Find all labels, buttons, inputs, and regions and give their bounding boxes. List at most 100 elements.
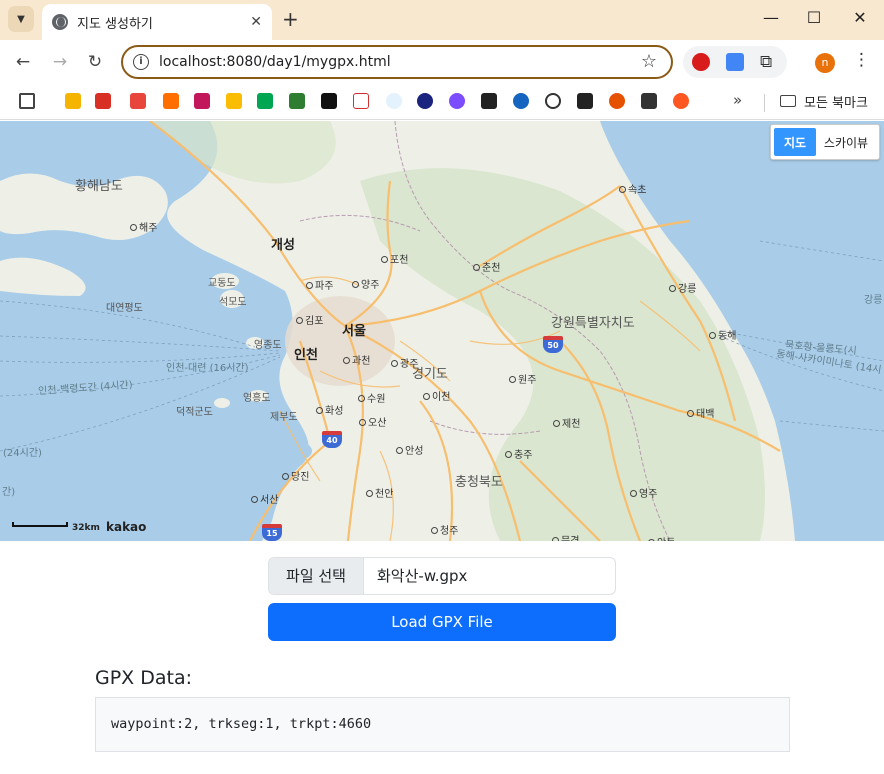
map-label: 대연평도	[106, 303, 143, 314]
map-view[interactable]: 지도 스카이뷰 황해남도 해주 개성 교동도 석모도 대연평도 파주 포천 춘천…	[0, 121, 884, 541]
bookmarks-overflow-button[interactable]: »	[733, 91, 742, 109]
bookmark-icon-12[interactable]	[417, 93, 433, 109]
map-attribution-logo[interactable]: kakao	[106, 520, 146, 534]
bookmarks-bar: » 모든 북마크	[0, 86, 884, 120]
gpx-data-heading: GPX Data:	[95, 667, 193, 689]
route-shield: 15	[262, 524, 282, 541]
map-label: 서산	[251, 491, 278, 506]
gpx-summary-text: waypoint:2, trkseg:1, trkpt:4660	[111, 716, 372, 732]
gpx-data-output: waypoint:2, trkseg:1, trkpt:4660	[95, 697, 790, 752]
bookmarks-divider	[764, 94, 765, 112]
map-label: 당진	[282, 468, 309, 483]
bookmark-icon-14[interactable]	[481, 93, 497, 109]
folder-icon[interactable]	[780, 95, 796, 107]
forward-button[interactable]: →	[49, 52, 71, 72]
tab-search-button[interactable]: ▼	[8, 6, 34, 32]
bookmark-icon-5[interactable]	[194, 93, 210, 109]
bookmark-icon-6[interactable]	[226, 93, 242, 109]
map-label: 포천	[381, 251, 408, 266]
map-type-roadmap-button[interactable]: 지도	[774, 128, 816, 156]
bookmark-icon-18[interactable]	[609, 93, 625, 109]
bookmark-icon-16[interactable]	[545, 93, 561, 109]
bookmark-icon-7[interactable]	[257, 93, 273, 109]
map-label: (24시간)	[3, 448, 42, 459]
bookmark-icon-13[interactable]	[449, 93, 465, 109]
tab-title: 지도 생성하기	[77, 16, 153, 32]
maximize-button[interactable]: ☐	[799, 8, 829, 27]
map-type-control: 지도 스카이뷰	[770, 124, 880, 160]
bookmark-icon-2[interactable]	[95, 93, 111, 109]
bookmark-icon-9[interactable]	[321, 93, 337, 109]
map-label: 충청북도	[455, 475, 503, 490]
tab-close-icon[interactable]: ✕	[250, 14, 262, 30]
browser-toolbar: ← → ↻ i localhost:8080/day1/mygpx.html ☆…	[0, 40, 884, 86]
address-bar[interactable]: i localhost:8080/day1/mygpx.html ☆	[121, 45, 673, 79]
title-bar: ▼ 지도 생성하기 ✕ + — ☐ ✕	[0, 0, 884, 40]
map-label: 간)	[2, 487, 16, 498]
bookmark-icon-11[interactable]	[386, 93, 402, 109]
more-menu-icon[interactable]: ⋮	[853, 50, 870, 70]
map-label: 태백	[687, 405, 714, 420]
map-canvas	[0, 121, 884, 541]
apps-grid-icon[interactable]	[19, 93, 35, 109]
bookmark-icon-4[interactable]	[163, 93, 179, 109]
bookmark-icon-1[interactable]	[65, 93, 81, 109]
site-info-icon[interactable]: i	[133, 54, 149, 70]
translate-extension-icon[interactable]	[726, 53, 744, 71]
map-label: 이천	[423, 388, 450, 403]
map-label: 덕적군도	[176, 407, 213, 418]
bookmark-icon-10[interactable]	[353, 93, 369, 109]
map-type-skyview-button[interactable]: 스카이뷰	[816, 128, 876, 156]
map-label: 동해	[709, 327, 736, 342]
bookmark-icon-17[interactable]	[577, 93, 593, 109]
globe-icon	[52, 14, 68, 30]
map-label: 청주	[431, 522, 458, 537]
bookmark-icon-8[interactable]	[289, 93, 305, 109]
close-window-button[interactable]: ✕	[845, 8, 875, 27]
adblock-extension-icon[interactable]	[692, 53, 710, 71]
all-bookmarks-label[interactable]: 모든 북마크	[804, 92, 868, 111]
map-scale-label: 32km	[72, 523, 100, 533]
arrow-right-icon: →	[52, 52, 68, 72]
route-shield: 50	[543, 336, 563, 353]
bookmark-icon-19[interactable]	[641, 93, 657, 109]
reload-button[interactable]: ↻	[84, 52, 106, 72]
map-label: 교동도	[208, 278, 236, 289]
map-label: 강원특별자치도	[551, 316, 635, 331]
bookmark-icon-20[interactable]	[673, 93, 689, 109]
map-label: 충주	[505, 446, 532, 461]
map-label: 서울	[342, 324, 366, 339]
bookmark-star-icon[interactable]: ☆	[641, 51, 657, 72]
map-label: 제부도	[270, 412, 298, 423]
map-scale-bar	[12, 522, 68, 527]
map-label: 김포	[296, 312, 323, 327]
map-label: 경기도	[412, 367, 448, 382]
profile-avatar[interactable]: n	[815, 53, 835, 73]
map-label: 인천-대련 (16시간)	[166, 363, 249, 374]
selected-file-name: 화악산-w.gpx	[377, 567, 468, 585]
map-label: 파주	[306, 277, 333, 292]
map-label: 영주	[630, 485, 657, 500]
bookmark-icon-15[interactable]	[513, 93, 529, 109]
map-label: 개성	[271, 238, 295, 253]
map-label: 안동	[648, 534, 675, 541]
map-label: 해주	[130, 219, 157, 234]
back-button[interactable]: ←	[12, 52, 34, 72]
map-label: 황해남도	[75, 179, 123, 194]
url-text[interactable]: localhost:8080/day1/mygpx.html	[159, 54, 391, 70]
map-label: 오산	[359, 414, 386, 429]
bookmark-icon-3[interactable]	[130, 93, 146, 109]
map-label: 석모도	[219, 297, 247, 308]
choose-file-button[interactable]: 파일 선택	[269, 558, 364, 594]
gpx-file-input[interactable]: 파일 선택 화악산-w.gpx	[268, 557, 616, 595]
map-label: 문경	[552, 532, 579, 541]
map-label: 강릉	[864, 295, 883, 306]
map-label: 양주	[352, 276, 379, 291]
minimize-button[interactable]: —	[756, 8, 786, 27]
tab-active[interactable]: 지도 생성하기 ✕	[42, 4, 272, 40]
puzzle-icon[interactable]: ⧉	[760, 52, 772, 72]
load-gpx-button[interactable]: Load GPX File	[268, 603, 616, 641]
new-tab-button[interactable]: +	[282, 7, 299, 31]
route-shield: 40	[322, 431, 342, 448]
map-label: 영종도	[254, 340, 282, 351]
